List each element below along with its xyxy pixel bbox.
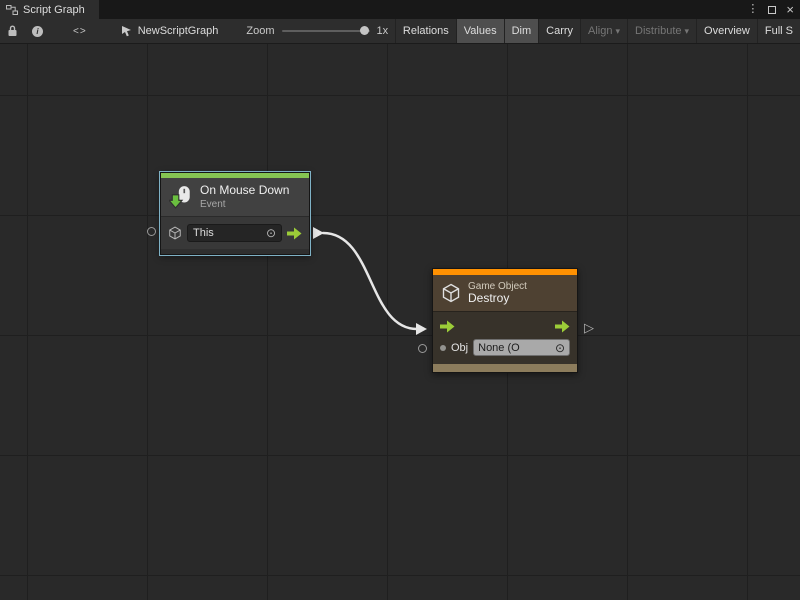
game-object-cube-icon	[168, 226, 182, 240]
on-mouse-down-node[interactable]: On Mouse Down Event This ⊙	[160, 172, 310, 255]
flow-input-port-icon[interactable]	[440, 320, 455, 333]
chevron-down-icon: ▾	[685, 26, 690, 37]
window-controls: ⋮ ×	[747, 0, 794, 19]
wire-start-arrow	[313, 227, 324, 239]
close-icon[interactable]: ×	[786, 3, 794, 16]
event-node-subtitle: Event	[200, 199, 289, 210]
tab-title: Script Graph	[23, 4, 85, 16]
fullscreen-button[interactable]: Full S	[757, 19, 800, 44]
dim-button[interactable]: Dim	[504, 19, 539, 44]
wire-layer	[0, 44, 800, 600]
event-node-footer	[161, 249, 309, 254]
event-node-body: This ⊙	[161, 216, 309, 249]
zoom-slider[interactable]	[282, 30, 370, 32]
graph-name-label: NewScriptGraph	[138, 25, 219, 37]
tab-script-graph[interactable]: Script Graph	[0, 0, 99, 19]
destroy-param-row: Obj None (O ⊙	[440, 339, 570, 356]
carry-button[interactable]: Carry	[538, 19, 580, 44]
object-picker-icon[interactable]: ⊙	[555, 342, 565, 354]
zoom-label: Zoom	[246, 25, 274, 37]
connection-wire[interactable]	[323, 233, 417, 329]
zoom-slider-handle[interactable]	[360, 26, 369, 35]
edit-graph-cursor-icon	[121, 25, 133, 37]
target-object-value: This	[193, 227, 214, 239]
graph-canvas[interactable]: On Mouse Down Event This ⊙	[0, 44, 800, 600]
target-object-field[interactable]: This ⊙	[187, 224, 282, 242]
flow-output-port-icon[interactable]	[555, 320, 570, 333]
destroy-node-body: Obj None (O ⊙	[433, 311, 577, 364]
distribute-button-label: Distribute	[635, 25, 681, 37]
event-target-input-port[interactable]	[147, 227, 156, 236]
align-button[interactable]: Align ▾	[580, 19, 627, 44]
obj-object-field[interactable]: None (O ⊙	[473, 339, 570, 356]
destroy-node-title: Destroy	[468, 292, 527, 305]
mouse-event-icon	[169, 185, 193, 209]
chevron-down-icon: ▾	[616, 26, 621, 37]
maximize-icon[interactable]	[768, 6, 776, 14]
value-input-port-icon[interactable]	[440, 345, 446, 351]
graph-toolbar: i <> NewScriptGraph Zoom 1x Relations Va…	[0, 19, 800, 44]
lock-icon[interactable]	[7, 25, 18, 37]
distribute-button[interactable]: Distribute ▾	[627, 19, 696, 44]
game-object-cube-icon	[441, 283, 461, 303]
destroy-flow-row	[440, 317, 570, 335]
values-button[interactable]: Values	[456, 19, 504, 44]
obj-object-value: None (O	[478, 342, 520, 354]
flow-output-port-icon[interactable]	[287, 227, 302, 240]
wire-end-arrow	[416, 323, 427, 335]
destroy-node-bottom-bar	[433, 364, 577, 372]
info-icon[interactable]: i	[32, 26, 43, 37]
script-graph-icon	[6, 4, 18, 16]
event-node-title: On Mouse Down	[200, 184, 289, 197]
toolbar-button-group: Relations Values Dim Carry Align ▾ Distr…	[395, 19, 800, 44]
overview-button[interactable]: Overview	[696, 19, 757, 44]
destroy-node-header[interactable]: Game Object Destroy	[433, 275, 577, 311]
code-icon[interactable]: <>	[73, 26, 87, 37]
zoom-value: 1x	[377, 25, 389, 37]
obj-param-label: Obj	[451, 342, 468, 354]
relations-button[interactable]: Relations	[395, 19, 456, 44]
object-picker-icon[interactable]: ⊙	[266, 227, 276, 239]
destroy-node[interactable]: Game Object Destroy	[432, 268, 578, 373]
flow-continue-port-icon[interactable]: ▷	[584, 321, 594, 334]
window-menu-icon[interactable]: ⋮	[747, 4, 758, 15]
align-button-label: Align	[588, 25, 612, 37]
window-tab-bar: Script Graph ⋮ ×	[0, 0, 800, 19]
event-node-header[interactable]: On Mouse Down Event	[161, 178, 309, 216]
destroy-obj-input-port[interactable]	[418, 344, 427, 353]
